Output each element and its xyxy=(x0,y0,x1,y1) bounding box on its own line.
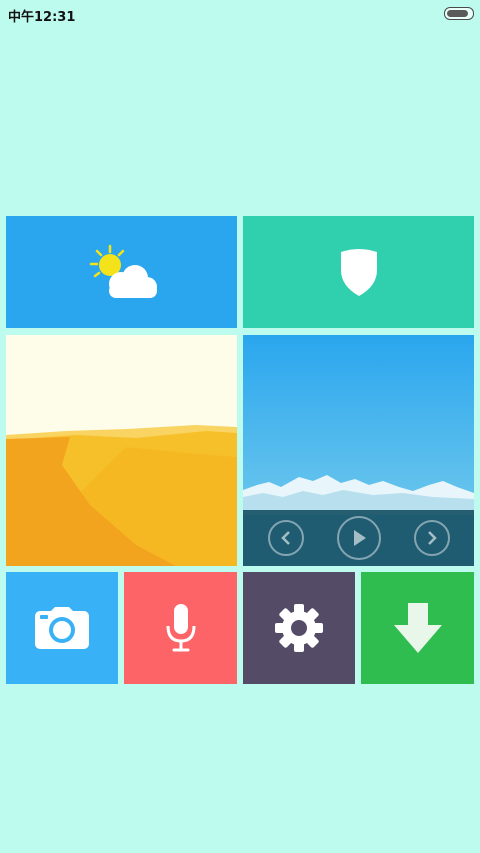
shield-icon xyxy=(340,249,377,296)
battery-level xyxy=(447,10,468,17)
media-player-tile[interactable] xyxy=(243,335,474,566)
status-time: 中午12:31 xyxy=(8,10,76,25)
next-icon xyxy=(428,531,437,545)
camera-icon xyxy=(35,607,89,649)
weather-tile[interactable] xyxy=(6,216,237,328)
previous-icon xyxy=(281,531,290,545)
camera-tile[interactable] xyxy=(6,572,118,684)
play-icon xyxy=(354,530,366,546)
status-bar: 中午12:31 xyxy=(0,0,480,28)
next-button[interactable] xyxy=(414,520,450,556)
play-button[interactable] xyxy=(337,516,381,560)
download-arrow-icon xyxy=(393,603,442,653)
battery-icon xyxy=(444,7,474,20)
desert-wallpaper-tile[interactable] xyxy=(6,335,237,566)
media-controls xyxy=(243,510,474,566)
desert-landscape xyxy=(6,335,237,566)
gear-icon xyxy=(275,604,323,652)
weather-sun-cloud-icon xyxy=(89,244,157,298)
previous-button[interactable] xyxy=(268,520,304,556)
download-tile[interactable] xyxy=(361,572,474,684)
voice-tile[interactable] xyxy=(124,572,237,684)
security-tile[interactable] xyxy=(243,216,474,328)
microphone-icon xyxy=(166,604,195,652)
settings-tile[interactable] xyxy=(243,572,355,684)
